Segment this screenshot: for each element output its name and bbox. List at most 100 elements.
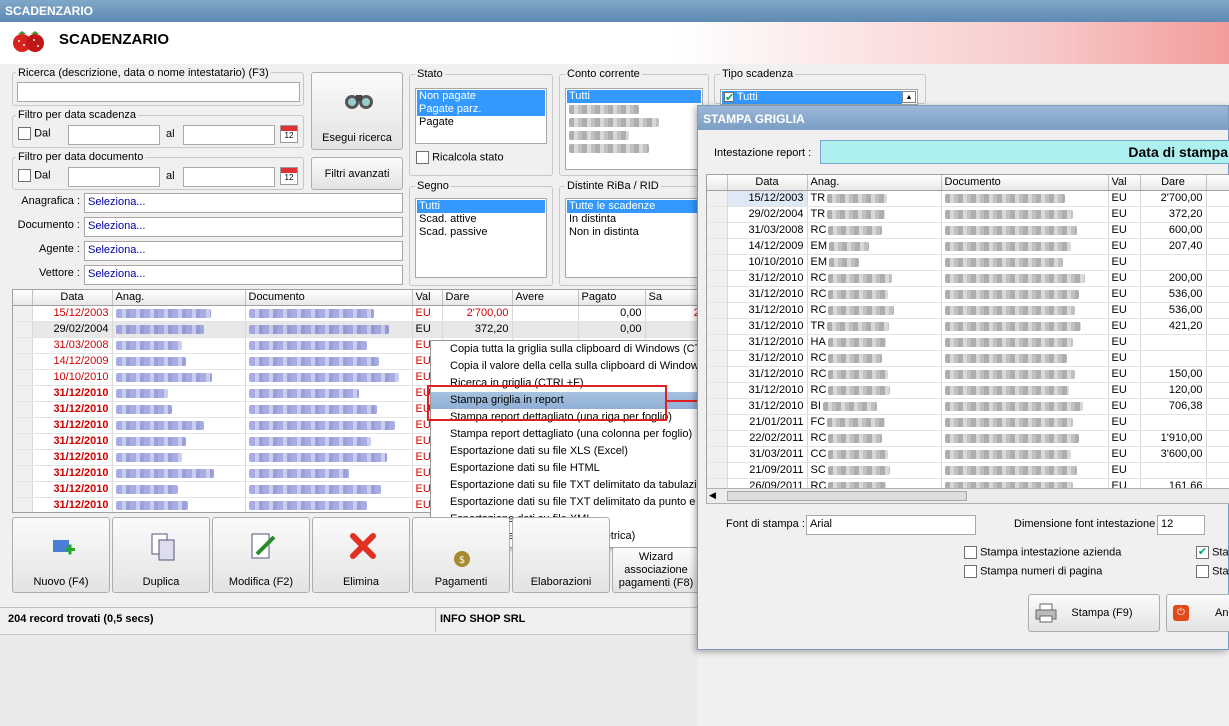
cell-anag[interactable]: TR	[811, 208, 826, 220]
dialog-col-header[interactable]: Val	[1108, 175, 1141, 191]
cell-dare[interactable]	[1140, 414, 1207, 431]
cell-date[interactable]: 14/12/2009	[32, 353, 113, 370]
cell-date[interactable]: 31/03/2008	[727, 222, 808, 239]
font-input[interactable]: Arial	[806, 515, 976, 535]
cell-anag[interactable]: CC	[811, 448, 827, 460]
anagrafica-select[interactable]: Seleziona...	[84, 193, 403, 213]
cell-val[interactable]: EU	[1108, 286, 1141, 303]
cell-anag[interactable]: RC	[811, 352, 827, 364]
cell-date[interactable]: 31/12/2010	[727, 382, 808, 399]
cell-date[interactable]: 29/02/2004	[32, 321, 113, 338]
duplicate-button[interactable]: Duplica	[112, 517, 210, 593]
dialog-col-header[interactable]: Data	[727, 175, 808, 191]
grid-col-header[interactable]: Val	[412, 290, 443, 306]
stato-list[interactable]: Non pagate Pagate parz. Pagate	[415, 88, 547, 144]
cell-anag[interactable]: TR	[811, 192, 826, 204]
cell-dare[interactable]: 2'700,00	[442, 305, 513, 322]
scroll-up-icon[interactable]: ▲	[902, 91, 916, 103]
search-button[interactable]: Esegui ricerca	[311, 72, 403, 150]
scrollbar-thumb[interactable]	[727, 491, 967, 501]
cell-date[interactable]: 31/12/2010	[727, 350, 808, 367]
cell-dare[interactable]: 536,00	[1140, 286, 1207, 303]
calendar-icon[interactable]: 12	[280, 167, 298, 185]
cell-dare[interactable]: 372,20	[442, 321, 513, 338]
cell-date[interactable]: 31/12/2010	[727, 286, 808, 303]
cell-dare[interactable]: 421,20	[1140, 318, 1207, 335]
cell-dare[interactable]: 2'700,00	[1140, 190, 1207, 207]
stato-item[interactable]: Pagate parz.	[417, 103, 545, 116]
cell-date[interactable]: 31/12/2010	[727, 334, 808, 351]
cell-anag[interactable]: EM	[811, 256, 828, 268]
table-row[interactable]: 21/09/2011 SC EU	[707, 462, 1229, 479]
filter-due-from-input[interactable]	[68, 125, 160, 145]
cell-avere[interactable]	[512, 321, 579, 338]
distinte-item[interactable]: Non in distinta	[567, 226, 701, 239]
page-numbers-checkbox[interactable]	[964, 565, 977, 578]
context-menu-item[interactable]: Stampa report dettagliato (una colonna p…	[431, 426, 699, 443]
cell-val[interactable]: EU	[1108, 302, 1141, 319]
cell-val[interactable]: EU	[1108, 382, 1141, 399]
company-header-checkbox[interactable]	[964, 546, 977, 559]
distinte-list[interactable]: Tutte le scadenze In distinta Non in dis…	[565, 198, 703, 278]
recalc-checkbox[interactable]	[416, 151, 429, 164]
cell-anag[interactable]: SC	[811, 464, 826, 476]
cell-date[interactable]: 10/10/2010	[32, 369, 113, 386]
grid-col-header[interactable]: Sa	[645, 290, 699, 306]
cell-saldo[interactable]: 2'700,0	[645, 305, 699, 322]
tipo-select[interactable]: Tutti ▲	[720, 89, 918, 105]
table-row[interactable]: 31/12/2010 BI EU 706,38	[707, 398, 1229, 415]
stato-item[interactable]: Pagate	[417, 116, 545, 129]
cell-val[interactable]: EU	[1108, 350, 1141, 367]
scroll-left-icon[interactable]: ◀	[709, 490, 716, 501]
table-row[interactable]: 21/01/2011 FC EU	[707, 414, 1229, 431]
delete-button[interactable]: Elimina	[312, 517, 410, 593]
context-menu-item[interactable]: Esportazione dati su file TXT delimitato…	[431, 477, 703, 494]
grid-col-header[interactable]: Data	[32, 290, 113, 306]
cell-date[interactable]: 15/12/2003	[727, 190, 808, 207]
filter-due-checkbox[interactable]	[18, 127, 31, 140]
dialog-grid[interactable]: Data Anag. Documento Val Dare 15/12/2003…	[706, 174, 1229, 504]
segno-item[interactable]: Scad. attive	[417, 213, 545, 226]
cell-val[interactable]: EU	[1108, 430, 1141, 447]
grid-col-header[interactable]: Dare	[442, 290, 513, 306]
cell-dare[interactable]: 150,00	[1140, 366, 1207, 383]
dialog-col-header[interactable]: Anag.	[807, 175, 942, 191]
table-row[interactable]: 31/12/2010 HA EU	[707, 334, 1229, 351]
option-checkbox[interactable]	[1196, 546, 1209, 559]
table-row[interactable]: 14/12/2009 EM EU 207,40	[707, 238, 1229, 255]
cell-dare[interactable]: 207,40	[1140, 238, 1207, 255]
table-row[interactable]: 29/02/2004 EU372,20 0,00372,2	[13, 321, 699, 338]
cell-date[interactable]: 31/12/2010	[727, 302, 808, 319]
cell-date[interactable]: 31/12/2010	[32, 433, 113, 450]
cell-val[interactable]: EU	[1108, 318, 1141, 335]
table-row[interactable]: 31/12/2010 RC EU 120,00	[707, 382, 1229, 399]
cell-val[interactable]: EU	[1108, 190, 1141, 207]
cell-anag[interactable]: EM	[811, 240, 828, 252]
font-size-input[interactable]: 12	[1157, 515, 1205, 535]
cell-anag[interactable]: RC	[811, 384, 827, 396]
edit-button[interactable]: Modifica (F2)	[212, 517, 310, 593]
conto-item[interactable]: Tutti	[567, 90, 701, 103]
cancel-button[interactable]: ⏻ An	[1166, 594, 1229, 632]
cell-val[interactable]: EU	[1108, 222, 1141, 239]
new-button[interactable]: Nuovo (F4)	[12, 517, 110, 593]
conto-list[interactable]: Tutti	[565, 88, 703, 170]
distinte-item[interactable]: Tutte le scadenze	[567, 200, 701, 213]
print-button[interactable]: Stampa (F9)	[1028, 594, 1160, 632]
option-checkbox[interactable]	[1196, 565, 1209, 578]
horizontal-scrollbar[interactable]: ◀	[706, 488, 1229, 504]
table-row[interactable]: 15/12/2003 TR EU 2'700,00	[707, 190, 1229, 207]
grid-col-header[interactable]: Documento	[245, 290, 413, 306]
tipo-checkbox[interactable]	[724, 92, 734, 103]
cell-date[interactable]: 10/10/2010	[727, 254, 808, 271]
cell-pagato[interactable]: 0,00	[578, 305, 646, 322]
cell-val[interactable]: EU	[1108, 238, 1141, 255]
filter-doc-checkbox[interactable]	[18, 169, 31, 182]
calendar-icon[interactable]: 12	[280, 125, 298, 143]
grid-col-header[interactable]: Pagato	[578, 290, 646, 306]
vettore-select[interactable]: Seleziona...	[84, 265, 403, 285]
table-row[interactable]: 31/12/2010 RC EU	[707, 350, 1229, 367]
cell-date[interactable]: 31/03/2011	[727, 446, 808, 463]
cell-date[interactable]: 31/12/2010	[32, 401, 113, 418]
table-row[interactable]: 31/12/2010 RC EU 200,00	[707, 270, 1229, 287]
